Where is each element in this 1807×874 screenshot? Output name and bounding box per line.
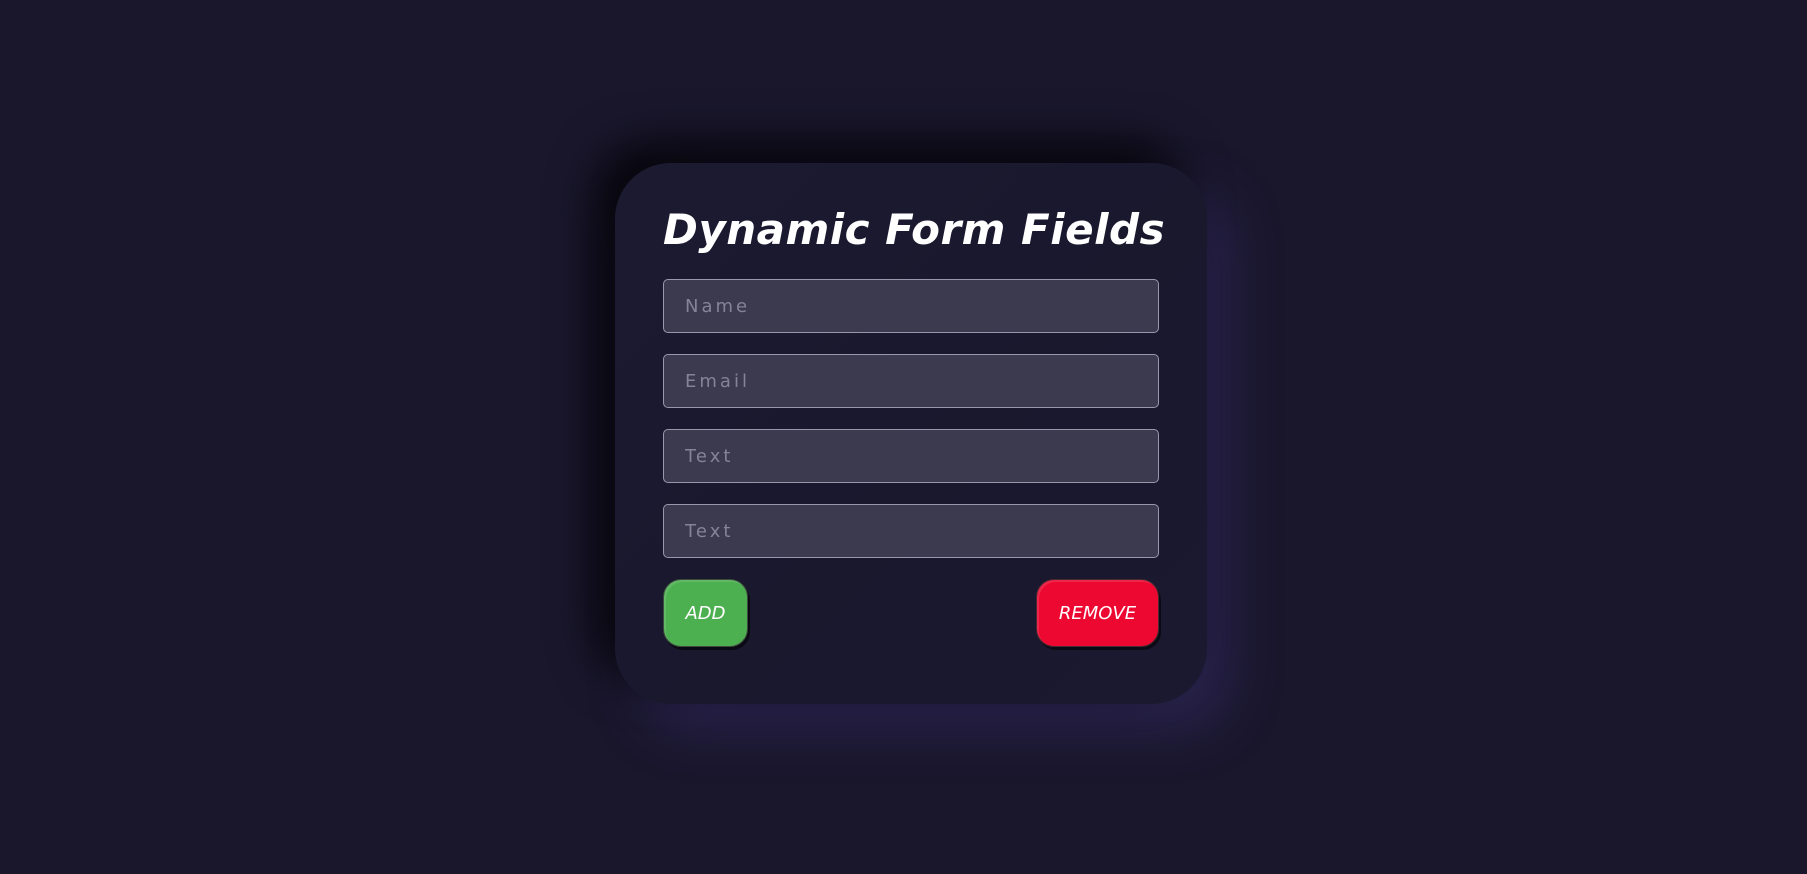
text-input-2[interactable] (663, 504, 1159, 558)
remove-button[interactable]: REMOVE (1036, 579, 1159, 647)
fields-container (663, 279, 1159, 558)
name-input[interactable] (663, 279, 1159, 333)
page: Dynamic Form Fields ADD REMOVE (0, 0, 1807, 874)
text-input-1[interactable] (663, 429, 1159, 483)
add-button[interactable]: ADD (663, 579, 748, 647)
form-title: Dynamic Form Fields (663, 205, 1166, 254)
email-input[interactable] (663, 354, 1159, 408)
form-actions: ADD REMOVE (663, 579, 1159, 649)
form-card: Dynamic Form Fields ADD REMOVE (615, 163, 1207, 704)
